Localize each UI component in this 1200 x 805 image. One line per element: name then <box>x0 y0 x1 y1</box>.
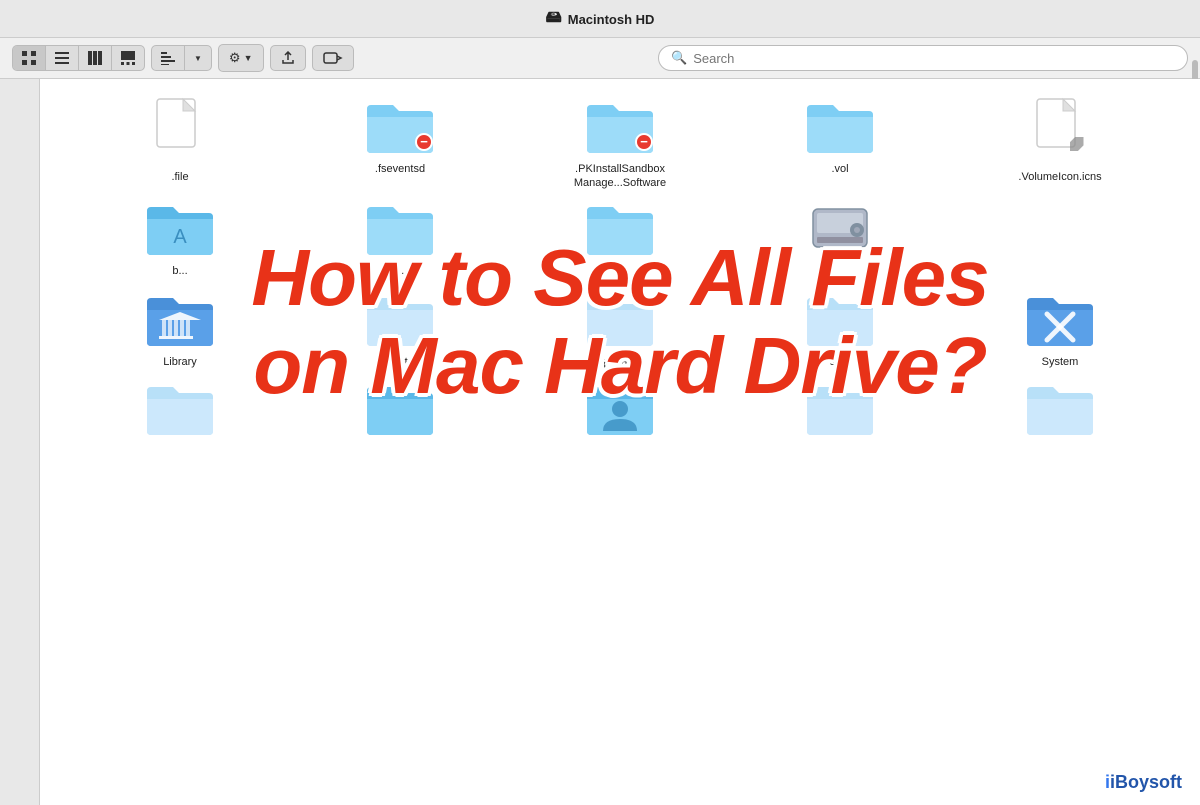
list-item[interactable]: .VolumeIcon.icns <box>950 97 1170 191</box>
folder-system-icon <box>1025 290 1095 350</box>
folder-icon <box>585 290 655 350</box>
list-item[interactable] <box>290 379 510 439</box>
folder-icon <box>805 379 875 439</box>
search-bar[interactable]: 🔍 <box>658 45 1188 71</box>
file-grid-row3: Library opt <box>70 290 1170 369</box>
item-label: .PKInstallSandboxManage...Software <box>574 162 666 191</box>
folder-icon: A <box>145 199 215 259</box>
file-icon <box>153 97 208 165</box>
file-grid-row1: .file .fseventsd <box>70 97 1170 191</box>
badge-red <box>635 133 653 151</box>
sort-btn[interactable] <box>152 46 185 70</box>
item-label: System <box>1042 355 1079 369</box>
folder-icon <box>805 97 875 157</box>
action-btn[interactable]: ⚙▼ <box>218 44 264 72</box>
folder-library-icon <box>145 290 215 350</box>
list-item[interactable]: private <box>510 290 730 369</box>
folder-icon <box>365 199 435 259</box>
item-label: c... <box>393 264 408 278</box>
share-btn[interactable] <box>270 45 306 71</box>
list-item[interactable]: System <box>950 290 1170 369</box>
main-content: .file .fseventsd <box>0 79 1200 805</box>
list-item[interactable] <box>70 379 290 439</box>
hdd-icon <box>805 199 875 259</box>
tag-btn[interactable] <box>312 45 354 71</box>
item-label: .file <box>171 170 188 184</box>
view-columns-btn[interactable] <box>79 46 112 70</box>
folder-icon <box>805 290 875 350</box>
list-item[interactable]: .file <box>70 97 290 191</box>
list-item[interactable] <box>510 379 730 439</box>
toolbar: ▼ ⚙▼ 🔍 <box>0 38 1200 79</box>
sort-chevron-btn[interactable]: ▼ <box>185 49 211 68</box>
file-area: .file .fseventsd <box>40 79 1200 805</box>
list-item[interactable] <box>730 379 950 439</box>
list-item[interactable] <box>950 379 1170 439</box>
item-label: .VolumeIcon.icns <box>1018 170 1101 184</box>
hdd-icon: 🖴 <box>546 6 562 33</box>
list-item[interactable] <box>950 199 1170 278</box>
list-item[interactable] <box>730 199 950 278</box>
watermark: iiBoysoft <box>1105 772 1182 793</box>
view-list-btn[interactable] <box>46 46 79 70</box>
item-label: opt <box>392 355 407 369</box>
item-label: b... <box>172 264 187 278</box>
search-input[interactable] <box>693 51 1175 66</box>
list-item[interactable]: .PKInstallSandboxManage...Software <box>510 97 730 191</box>
folder-icon <box>1025 379 1095 439</box>
view-icon-btn[interactable] <box>13 46 46 70</box>
folder-icon <box>585 97 655 157</box>
watermark-text: iBoysoft <box>1110 772 1182 792</box>
list-item[interactable]: A b... <box>70 199 290 278</box>
folder-icon <box>585 199 655 259</box>
sidebar <box>0 79 40 805</box>
list-item[interactable]: e... <box>510 199 730 278</box>
list-item[interactable]: opt <box>290 290 510 369</box>
title-bar: 🖴 Macintosh HD <box>0 0 1200 38</box>
view-buttons-group <box>12 45 145 71</box>
folder-icon <box>365 379 435 439</box>
view-gallery-btn[interactable] <box>112 46 144 70</box>
folder-icon <box>145 379 215 439</box>
list-item[interactable]: .vol <box>730 97 950 191</box>
list-item[interactable]: sbin <box>730 290 950 369</box>
list-item[interactable]: .fseventsd <box>290 97 510 191</box>
item-label: Library <box>163 355 197 369</box>
window-title: Macintosh HD <box>568 12 655 27</box>
file-grid-row4 <box>70 379 1170 439</box>
item-label: .vol <box>831 162 848 176</box>
badge-red <box>415 133 433 151</box>
item-label: sbin <box>830 355 850 369</box>
sort-group: ▼ <box>151 45 212 71</box>
item-label: .fseventsd <box>375 162 425 176</box>
search-icon: 🔍 <box>671 50 687 66</box>
item-label: private <box>603 355 636 369</box>
list-item[interactable]: c... <box>290 199 510 278</box>
folder-icon <box>365 97 435 157</box>
item-label: e... <box>612 264 627 278</box>
file-grid-row2: A b... c... <box>70 199 1170 278</box>
folder-user-icon <box>585 379 655 439</box>
folder-icon <box>365 290 435 350</box>
list-item[interactable]: Library <box>70 290 290 369</box>
svg-text:A: A <box>173 226 187 248</box>
file-icon <box>1033 97 1088 165</box>
